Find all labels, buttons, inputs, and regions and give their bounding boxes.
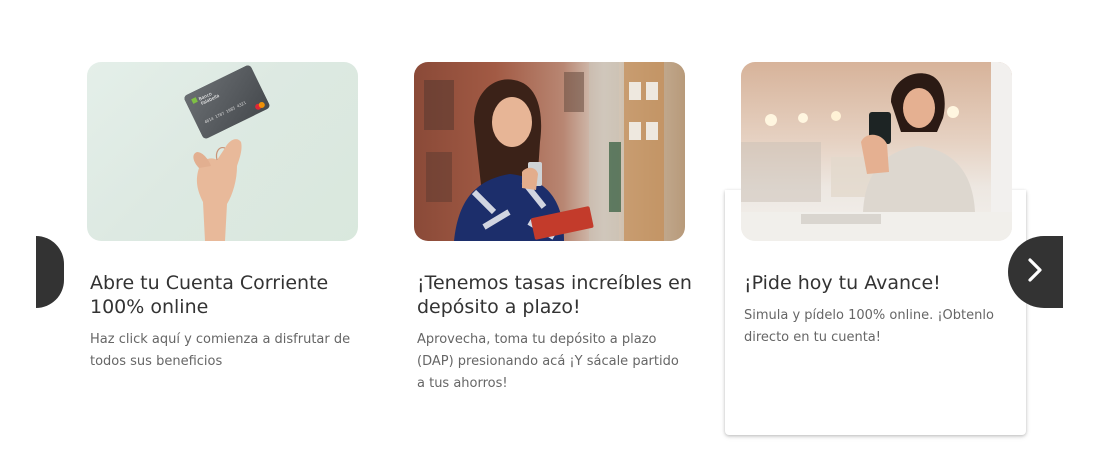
carousel-prev-button[interactable] <box>36 236 64 308</box>
card-image-credit-card: Banco Falabella 4014 1707 1985 4321 <box>87 62 358 241</box>
card-image-woman-phone-street <box>414 62 685 241</box>
promo-card-cuenta-corriente[interactable]: Banco Falabella 4014 1707 1985 4321 Abre… <box>87 62 387 373</box>
chevron-right-icon <box>1027 257 1044 287</box>
card-description: Haz click aquí y comienza a disfrutar de… <box>90 332 351 369</box>
card-title: Abre tu Cuenta Corriente 100% online <box>90 272 329 318</box>
promo-carousel: Banco Falabella 4014 1707 1985 4321 Abre… <box>0 0 1113 453</box>
card-title: ¡Tenemos tasas increíbles en depósito a … <box>417 272 692 318</box>
promo-card-deposito-plazo[interactable]: ¡Tenemos tasas increíbles en depósito a … <box>414 62 714 395</box>
promo-card-avance[interactable]: ¡Pide hoy tu Avance! Simula y pídelo 100… <box>741 62 1041 349</box>
card-description: Aprovecha, toma tu depósito a plazo (DAP… <box>417 332 679 391</box>
card-image-woman-phone-kitchen <box>741 62 1012 241</box>
card-description: Simula y pídelo 100% online. ¡Obtenlo di… <box>744 308 994 345</box>
card-title: ¡Pide hoy tu Avance! <box>744 272 941 294</box>
